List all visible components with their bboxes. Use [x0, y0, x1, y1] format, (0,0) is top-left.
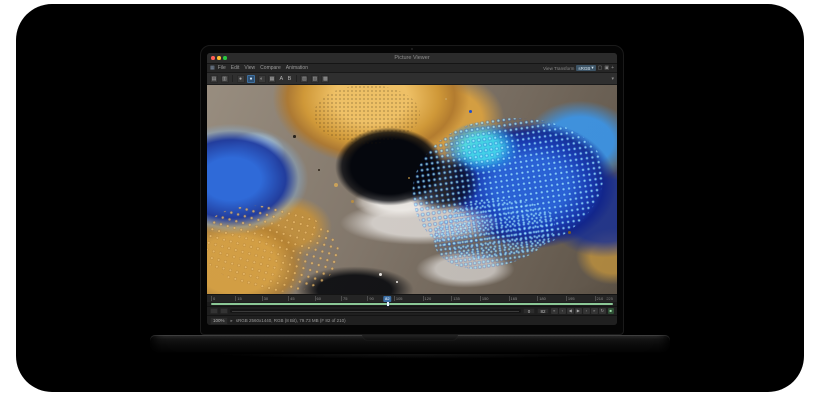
toolbar-separator: [232, 75, 233, 82]
ruler-end-label: 225: [606, 296, 613, 301]
menubar: ▦ File Edit View Compare Animation View Tran…: [207, 64, 617, 73]
zoom-level-field[interactable]: 100%: [210, 317, 228, 325]
status-bar: 100% ▸ sRGB 2560x1440, RGB (8 Bit), 79.7…: [207, 315, 617, 325]
menu-item[interactable]: Edit: [231, 65, 240, 71]
artwork-gold-speckles: [314, 85, 421, 144]
artwork-droplet: [293, 135, 296, 138]
view-transform-value: sRGB: [578, 66, 590, 71]
macbook-lid-notch: [362, 335, 458, 341]
macbook-lid: Picture Viewer ▦ File Edit View Compare Anim…: [200, 45, 624, 335]
ruler-ticks: 0 15 30 45 60 75 90 105 120 135 150 165 180 195 210: [211, 296, 603, 301]
transport-button[interactable]: ↻: [599, 308, 606, 315]
copy-icon[interactable]: ▥: [221, 75, 229, 83]
transport-button[interactable]: »: [591, 308, 598, 315]
webcam-icon: [411, 48, 413, 50]
window-title: Picture Viewer: [207, 55, 617, 61]
view-transform-dropdown[interactable]: sRGB ▾: [576, 65, 595, 72]
zoom-tool-icon[interactable]: ●: [247, 75, 255, 83]
macbook-screen: Picture Viewer ▦ File Edit View Compare Anim…: [207, 53, 617, 325]
menu-item[interactable]: Compare: [260, 65, 281, 71]
macbook-base: [150, 335, 670, 354]
stage-background: Picture Viewer ▦ File Edit View Compare Anim…: [16, 4, 804, 392]
transport-bar: 0 82 «‹◀▶›»↻ ■: [207, 306, 617, 315]
ruler-tick: 105: [394, 296, 403, 301]
menu-item[interactable]: File: [218, 65, 226, 71]
ruler-tick: 150: [480, 296, 489, 301]
layout-icon[interactable]: ▣: [604, 65, 609, 71]
timeline-ruler[interactable]: 0 15 30 45 60 75 90 105 120 135 150 165 180 195 210 22…: [207, 294, 617, 302]
ruler-tick: 45: [288, 296, 294, 301]
transport-button[interactable]: ◀: [567, 308, 574, 315]
save-icon[interactable]: ▤: [210, 75, 218, 83]
ruler-tick: 75: [341, 296, 347, 301]
compare-b-button[interactable]: B: [287, 76, 293, 82]
checker-icon[interactable]: ▦: [268, 75, 276, 83]
app-icon: ▦: [210, 65, 215, 71]
loop-active-button[interactable]: ■: [608, 308, 615, 315]
range-slider[interactable]: [230, 309, 521, 313]
transport-button[interactable]: ‹: [559, 308, 566, 315]
add-view-icon[interactable]: +: [611, 65, 614, 71]
ruler-tick: 60: [315, 296, 321, 301]
ruler-tick: 210: [595, 296, 604, 301]
ruler-tick: 90: [367, 296, 373, 301]
timeline-progress-fill: [211, 303, 613, 305]
image-info-text: sRGB 2560x1440, RGB (8 Bit), 79.73 MB (F…: [236, 318, 346, 323]
layers-icon[interactable]: ▨: [311, 75, 319, 83]
macbook-shadow: [166, 354, 654, 360]
histogram-icon[interactable]: ▧: [300, 75, 308, 83]
artwork-droplet: [351, 200, 354, 203]
toolbar-separator: [296, 75, 297, 82]
playhead-marker[interactable]: [387, 302, 389, 306]
panel-icon[interactable]: ▢: [598, 65, 603, 71]
compare-a-button[interactable]: A: [279, 76, 285, 82]
range-option-icon[interactable]: [220, 308, 228, 314]
ruler-tick: 135: [451, 296, 460, 301]
window-titlebar: Picture Viewer: [207, 53, 617, 64]
transport-button[interactable]: ▶: [575, 308, 582, 315]
view-transform-label: View Transform: [543, 66, 574, 71]
ruler-tick: 195: [566, 296, 575, 301]
frame-current-field[interactable]: 82: [537, 308, 549, 314]
settings-icon[interactable]: ▩: [321, 75, 329, 83]
menu-item[interactable]: View: [244, 65, 255, 71]
range-option-icon[interactable]: [210, 308, 218, 314]
transport-controls: «‹◀▶›»↻: [551, 308, 606, 315]
ruler-tick: 0: [211, 296, 215, 301]
menu-item[interactable]: Animation: [286, 65, 308, 71]
ruler-tick: 180: [537, 296, 546, 301]
ruler-tick: 120: [423, 296, 432, 301]
status-marker-icon: ▸: [231, 318, 233, 324]
frame-start-field[interactable]: 0: [523, 308, 535, 314]
viewer-canvas[interactable]: [207, 85, 617, 294]
contrast-icon[interactable]: ◐: [258, 75, 266, 83]
filter-icon[interactable]: ▾: [611, 76, 614, 82]
toolbar: ▤ ▥ ● ● ◐ ▦ A B ▧ ▨ ▩ ▾: [207, 73, 617, 85]
chevron-down-icon: ▾: [591, 65, 593, 71]
transport-button[interactable]: ›: [583, 308, 590, 315]
timeline-progress-track[interactable]: [207, 302, 617, 306]
menu-items: File Edit View Compare Animation: [218, 65, 308, 71]
ruler-tick: 30: [262, 296, 268, 301]
transport-button[interactable]: «: [551, 308, 558, 315]
page: Picture Viewer ▦ File Edit View Compare Anim…: [0, 0, 820, 400]
ruler-tick: 165: [509, 296, 518, 301]
playhead-frame-badge[interactable]: 82: [384, 296, 391, 302]
ruler-tick: 15: [235, 296, 241, 301]
pan-tool-icon[interactable]: ●: [237, 75, 245, 83]
